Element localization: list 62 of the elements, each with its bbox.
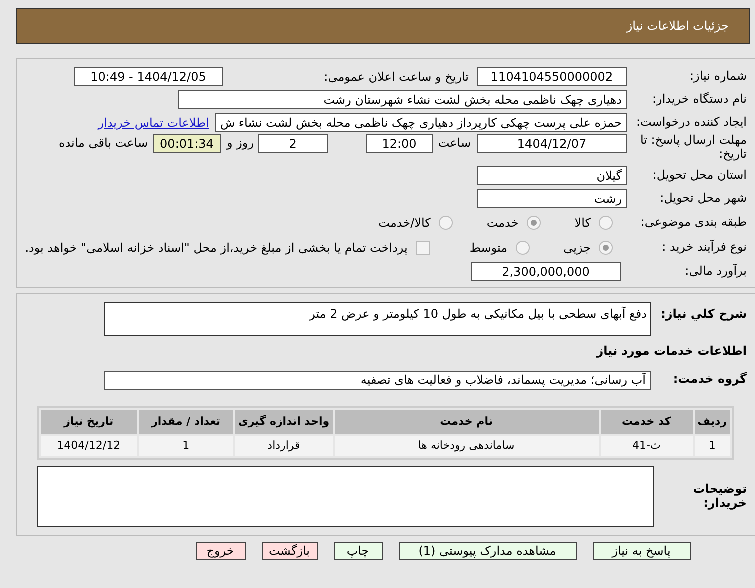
field-label: استان محل تحویل:: [652, 168, 748, 182]
field-label: طبقه بندی موضوعی:: [640, 216, 748, 230]
field-label: برآورد مالی:: [684, 264, 748, 278]
field-label: شرح کلي نياز:: [660, 306, 748, 322]
field-label: مهلت ارسال پاسخ: تا تاریخ:: [639, 134, 748, 162]
table-cell: ث-41: [600, 436, 693, 456]
table-cell: ساماندهی رودخانه ها: [334, 436, 598, 456]
section-heading: اطلاعات خدمات مورد نیاز: [596, 343, 748, 360]
option-label: جزیی: [564, 240, 591, 256]
description-field[interactable]: دفع آبهای سطحی با بیل مکانیکی به طول 10 کیلومتر و عرض 2 متر: [104, 302, 651, 336]
option-label: کالا: [574, 214, 591, 232]
field-label: روز و: [227, 135, 254, 152]
field-label: ایجاد کننده درخواست:: [635, 116, 748, 130]
contact-link[interactable]: اطلاعات تماس خریدار: [98, 114, 210, 132]
table-cell: 1: [138, 436, 234, 456]
action-button[interactable]: مشاهده مدارک پیوستی (1): [398, 542, 576, 560]
field-label: تاریخ و ساعت اعلان عمومی:: [323, 68, 469, 86]
field-label: ساعت باقی مانده: [58, 135, 148, 152]
city-field: رشت: [477, 189, 627, 208]
requester-field: حمزه علی پرست چهکی کارپرداز دهیاری چهک ناظمی محله بخش لشت نشاء ش: [215, 113, 627, 132]
radio-button[interactable]: [599, 240, 613, 254]
countdown-field: 00:01:34: [153, 134, 221, 153]
budget-field: 2,300,000,000: [471, 262, 621, 281]
field-label: نوع فرآیند خرید :: [661, 240, 748, 254]
field-label: شماره نیاز:: [689, 70, 748, 84]
need-number-field: 1104104550000002: [477, 67, 627, 86]
option-label: خدمت: [486, 214, 519, 232]
page-title: جزئیات اطلاعات نیاز: [16, 8, 750, 44]
column-header: تعداد / مقدار: [138, 410, 234, 434]
column-header: ردیف: [694, 410, 730, 434]
notes-field[interactable]: [37, 466, 654, 527]
column-header: کد خدمت: [600, 410, 693, 434]
time-field: 12:00: [366, 134, 433, 153]
action-button[interactable]: پاسخ به نیاز: [592, 542, 690, 560]
checkbox-label: پرداخت تمام یا بخشی از مبلغ خرید،از محل "اسناد خزانه اسلامی" خواهد بود.: [25, 240, 408, 256]
date-field: 1404/12/07: [477, 134, 627, 153]
table-cell: قرارداد: [235, 436, 333, 456]
checkbox[interactable]: [416, 240, 430, 254]
action-button[interactable]: بازگشت: [262, 542, 318, 560]
field-label: ساعت: [437, 135, 471, 152]
date-field: 1404/12/05 - 10:49: [74, 67, 223, 86]
action-button[interactable]: چاپ: [334, 542, 382, 560]
option-label: کالا/خدمت: [378, 214, 431, 232]
column-header: نام خدمت: [334, 410, 598, 434]
radio-button[interactable]: [516, 240, 530, 254]
radio-button[interactable]: [526, 216, 541, 230]
buyer-field: دهیاری چهک ناظمی محله بخش لشت نشاء شهرستان رشت: [178, 90, 627, 109]
radio-button[interactable]: [438, 216, 453, 230]
column-header: واحد اندازه گیری: [235, 410, 333, 434]
field-label: گروه خدمت:: [672, 373, 748, 387]
field-label: نام دستگاه خریدار:: [652, 92, 748, 106]
table-cell: 1404/12/12: [41, 436, 137, 456]
province-field: گیلان: [477, 166, 627, 185]
field-label: شهر محل تحویل:: [659, 192, 748, 206]
table-cell: 1: [694, 436, 730, 456]
column-header: تاریخ نیاز: [41, 410, 137, 434]
option-label: متوسط: [470, 240, 508, 256]
action-button[interactable]: خروج: [196, 542, 246, 560]
days-field: 2: [258, 134, 328, 153]
service-group-field: آب رسانی؛ مدیریت پسماند، فاضلاب و فعالیت های تصفیه: [104, 370, 651, 390]
radio-button[interactable]: [599, 216, 613, 230]
field-label: توضیحات خریدار:: [692, 482, 748, 510]
